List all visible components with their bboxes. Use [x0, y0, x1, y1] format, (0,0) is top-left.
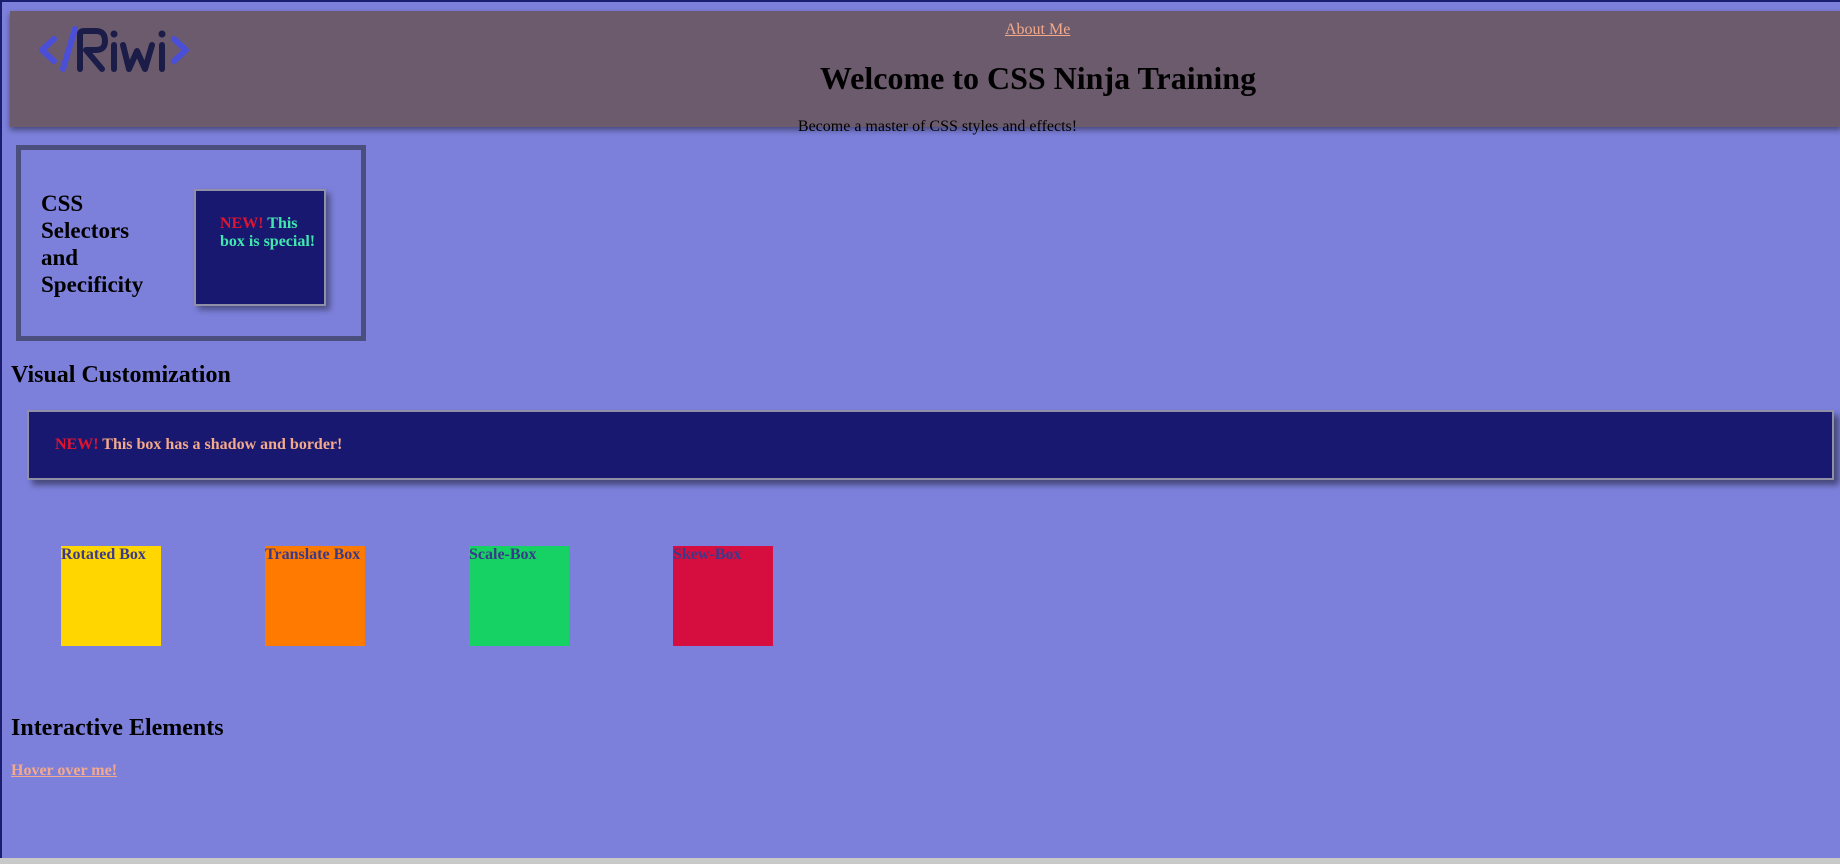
rotated-box: Rotated Box — [61, 546, 161, 646]
hover-link[interactable]: Hover over me! — [11, 762, 117, 780]
site-header: About Me Welcome to CSS Ninja Training B… — [10, 11, 1840, 135]
shadow-border-box: NEW! This box has a shadow and border! — [27, 410, 1834, 480]
page-title: Welcome to CSS Ninja Training — [819, 60, 1257, 96]
new-badge: NEW! — [220, 215, 264, 232]
special-box-text: NEW! This box is special! — [220, 215, 320, 251]
about-me-link[interactable]: About Me — [1005, 21, 1070, 39]
interactive-elements-heading: Interactive Elements — [11, 715, 224, 741]
skew-box: Skew-Box — [673, 546, 773, 646]
page: About Me Welcome to CSS Ninja Training B… — [0, 0, 1840, 858]
visual-customization-heading: Visual Customization — [11, 362, 231, 388]
selectors-section: CSS Selectors and Specificity NEW! This … — [16, 145, 366, 341]
scale-box: Scale-Box — [469, 546, 569, 646]
special-box: NEW! This box is special! — [194, 189, 326, 306]
translate-box: Translate Box — [265, 546, 365, 646]
shadow-box-text: NEW! This box has a shadow and border! — [55, 436, 342, 454]
shadow-box-message: This box has a shadow and border! — [102, 436, 343, 453]
selectors-heading: CSS Selectors and Specificity — [41, 191, 144, 297]
new-badge: NEW! — [55, 436, 99, 453]
page-subtitle: Become a master of CSS styles and effect… — [797, 118, 1078, 135]
